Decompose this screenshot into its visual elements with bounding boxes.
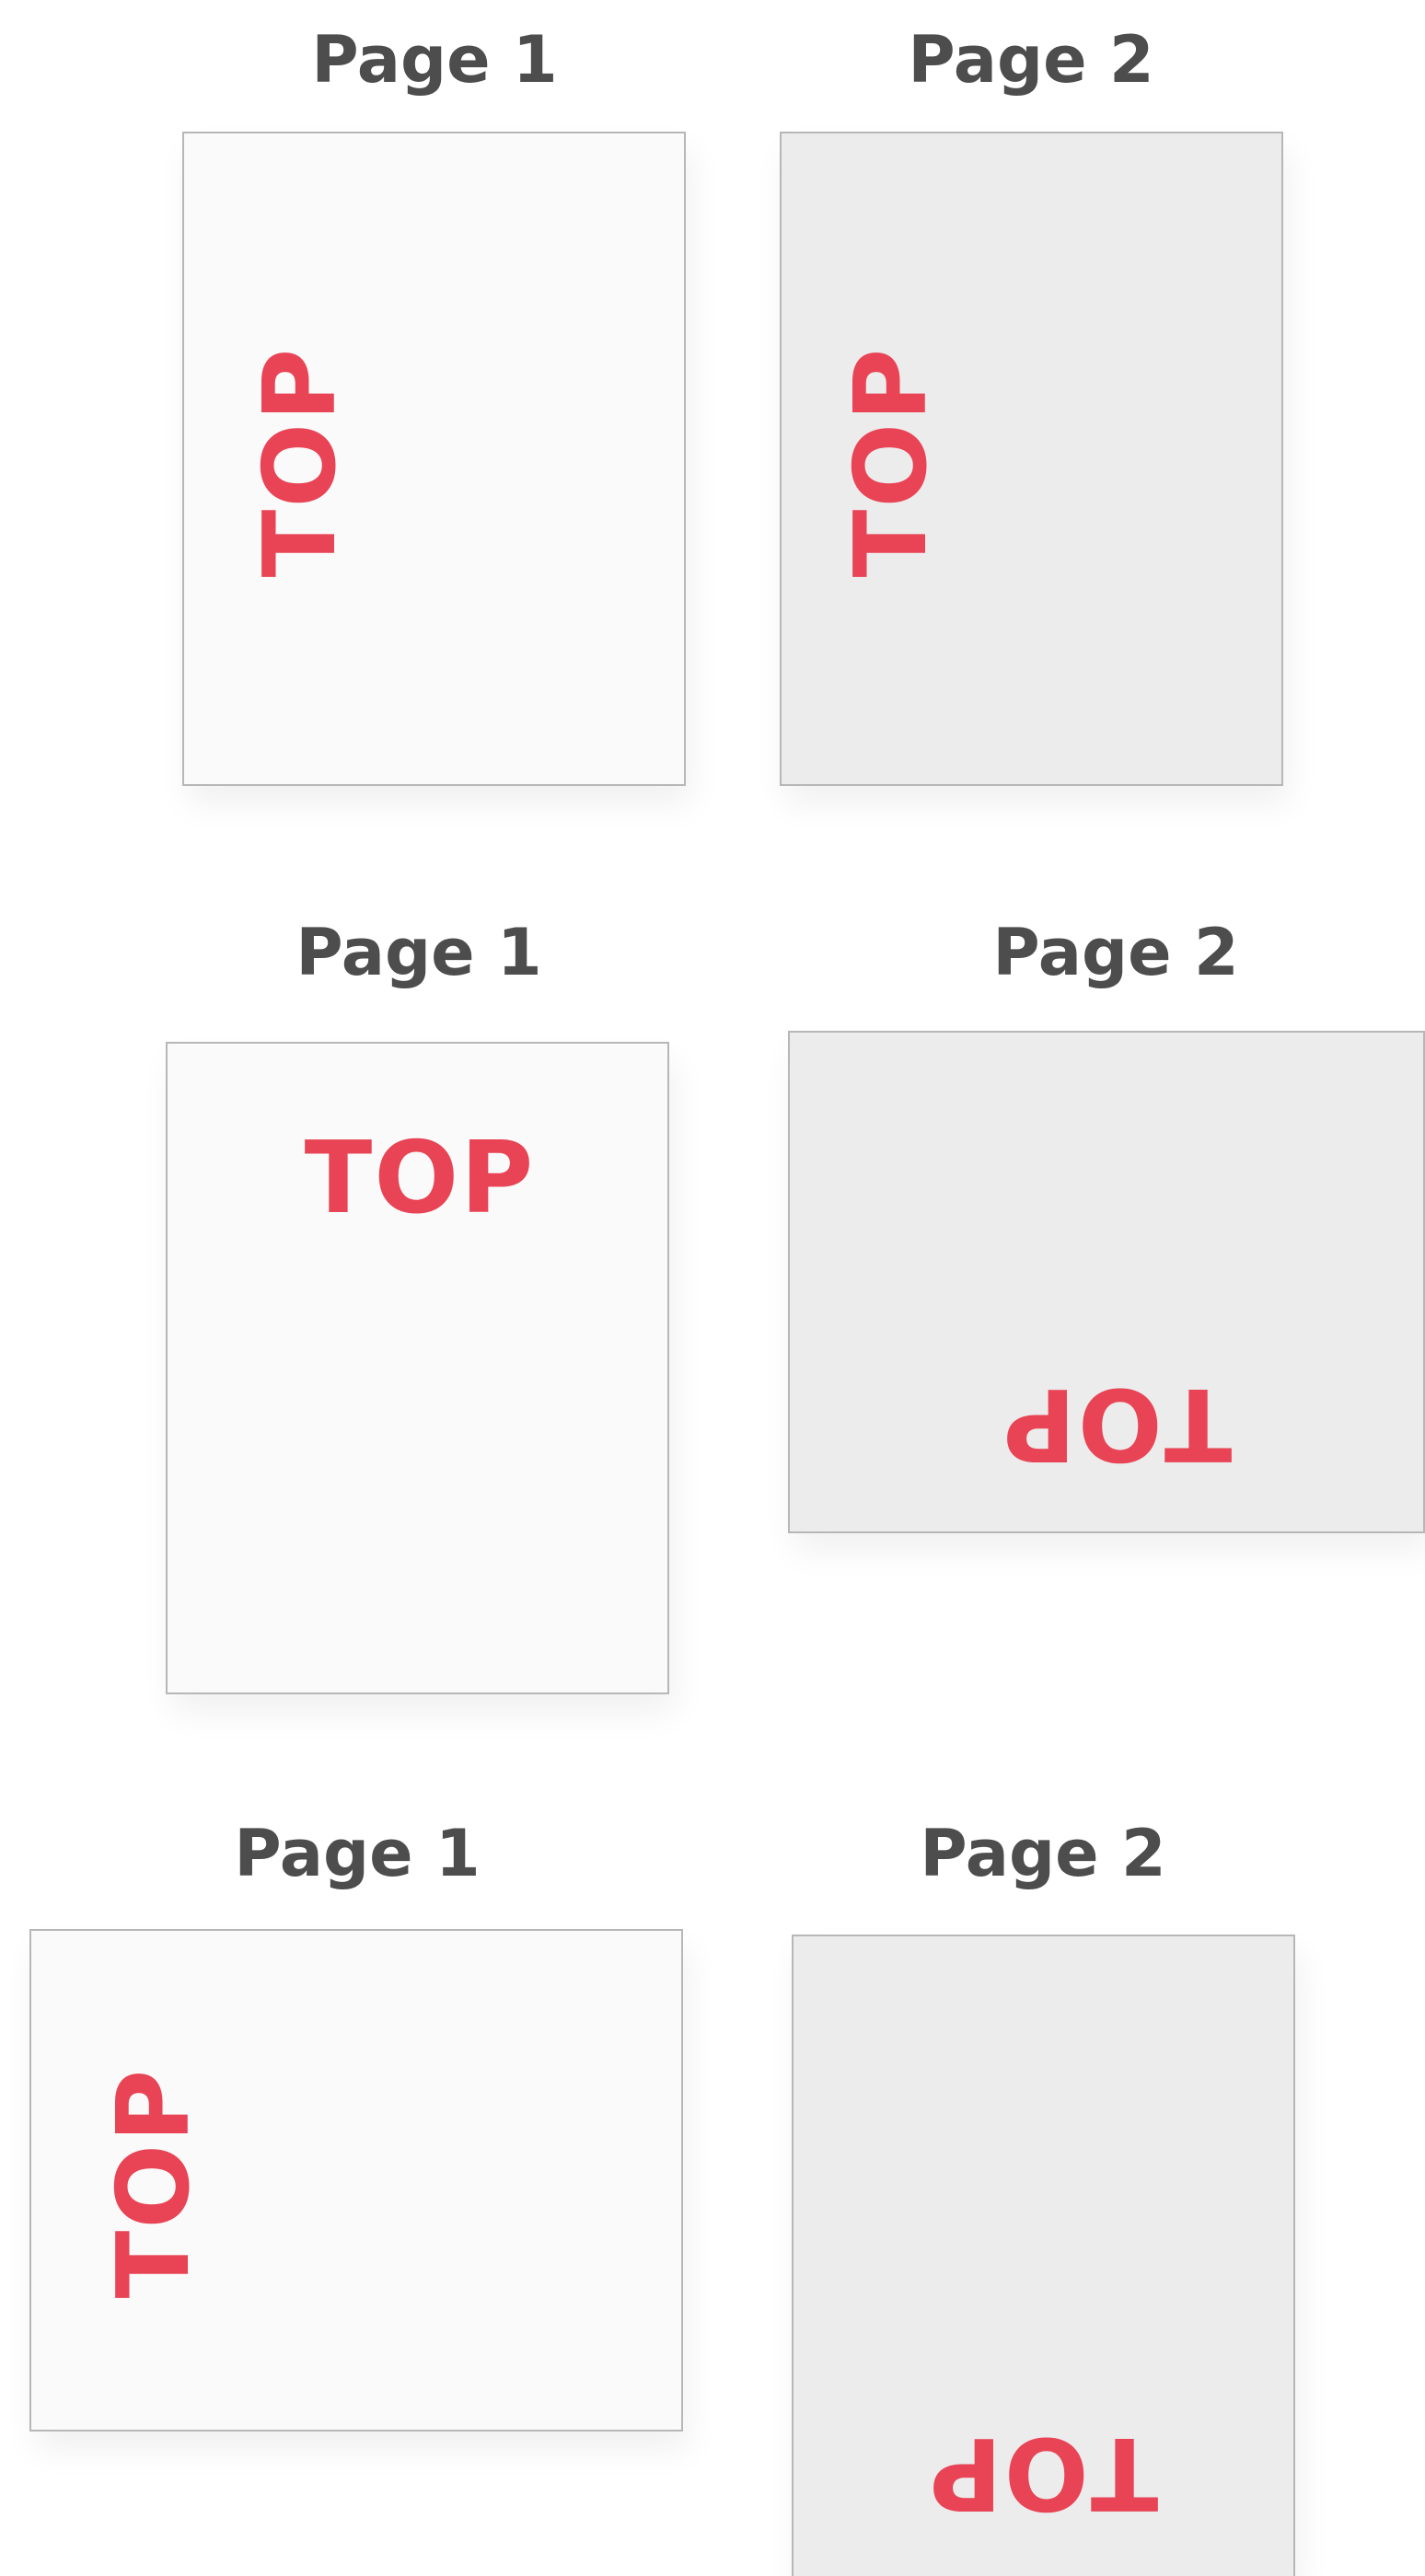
row2-page2-label: Page 2 <box>992 915 1239 990</box>
row3-page1-sheet: TOP <box>29 1929 683 2432</box>
row2-page2-top-mark: TOP <box>1001 1366 1233 1481</box>
row1-page2-label: Page 2 <box>908 22 1154 98</box>
row1-page2-sheet: TOP <box>780 132 1283 786</box>
row1-page2-top-mark: TOP <box>834 346 949 578</box>
row3-page1-top-mark: TOP <box>97 2067 212 2299</box>
row3-page2-sheet: TOP <box>792 1935 1295 2576</box>
row1-page1-sheet: TOP <box>182 132 686 786</box>
row2-page2-sheet: TOP <box>788 1031 1425 1533</box>
row1-page1-top-mark: TOP <box>243 346 358 578</box>
row2-page1-label: Page 1 <box>295 915 542 990</box>
row2-page1-sheet: TOP <box>166 1042 669 1694</box>
row3-page2-label: Page 2 <box>920 1816 1166 1891</box>
row3-page1-label: Page 1 <box>234 1816 481 1891</box>
row3-page2-top-mark: TOP <box>927 2415 1159 2530</box>
row1-page1-label: Page 1 <box>311 22 558 98</box>
row2-page1-top-mark: TOP <box>304 1121 536 1236</box>
